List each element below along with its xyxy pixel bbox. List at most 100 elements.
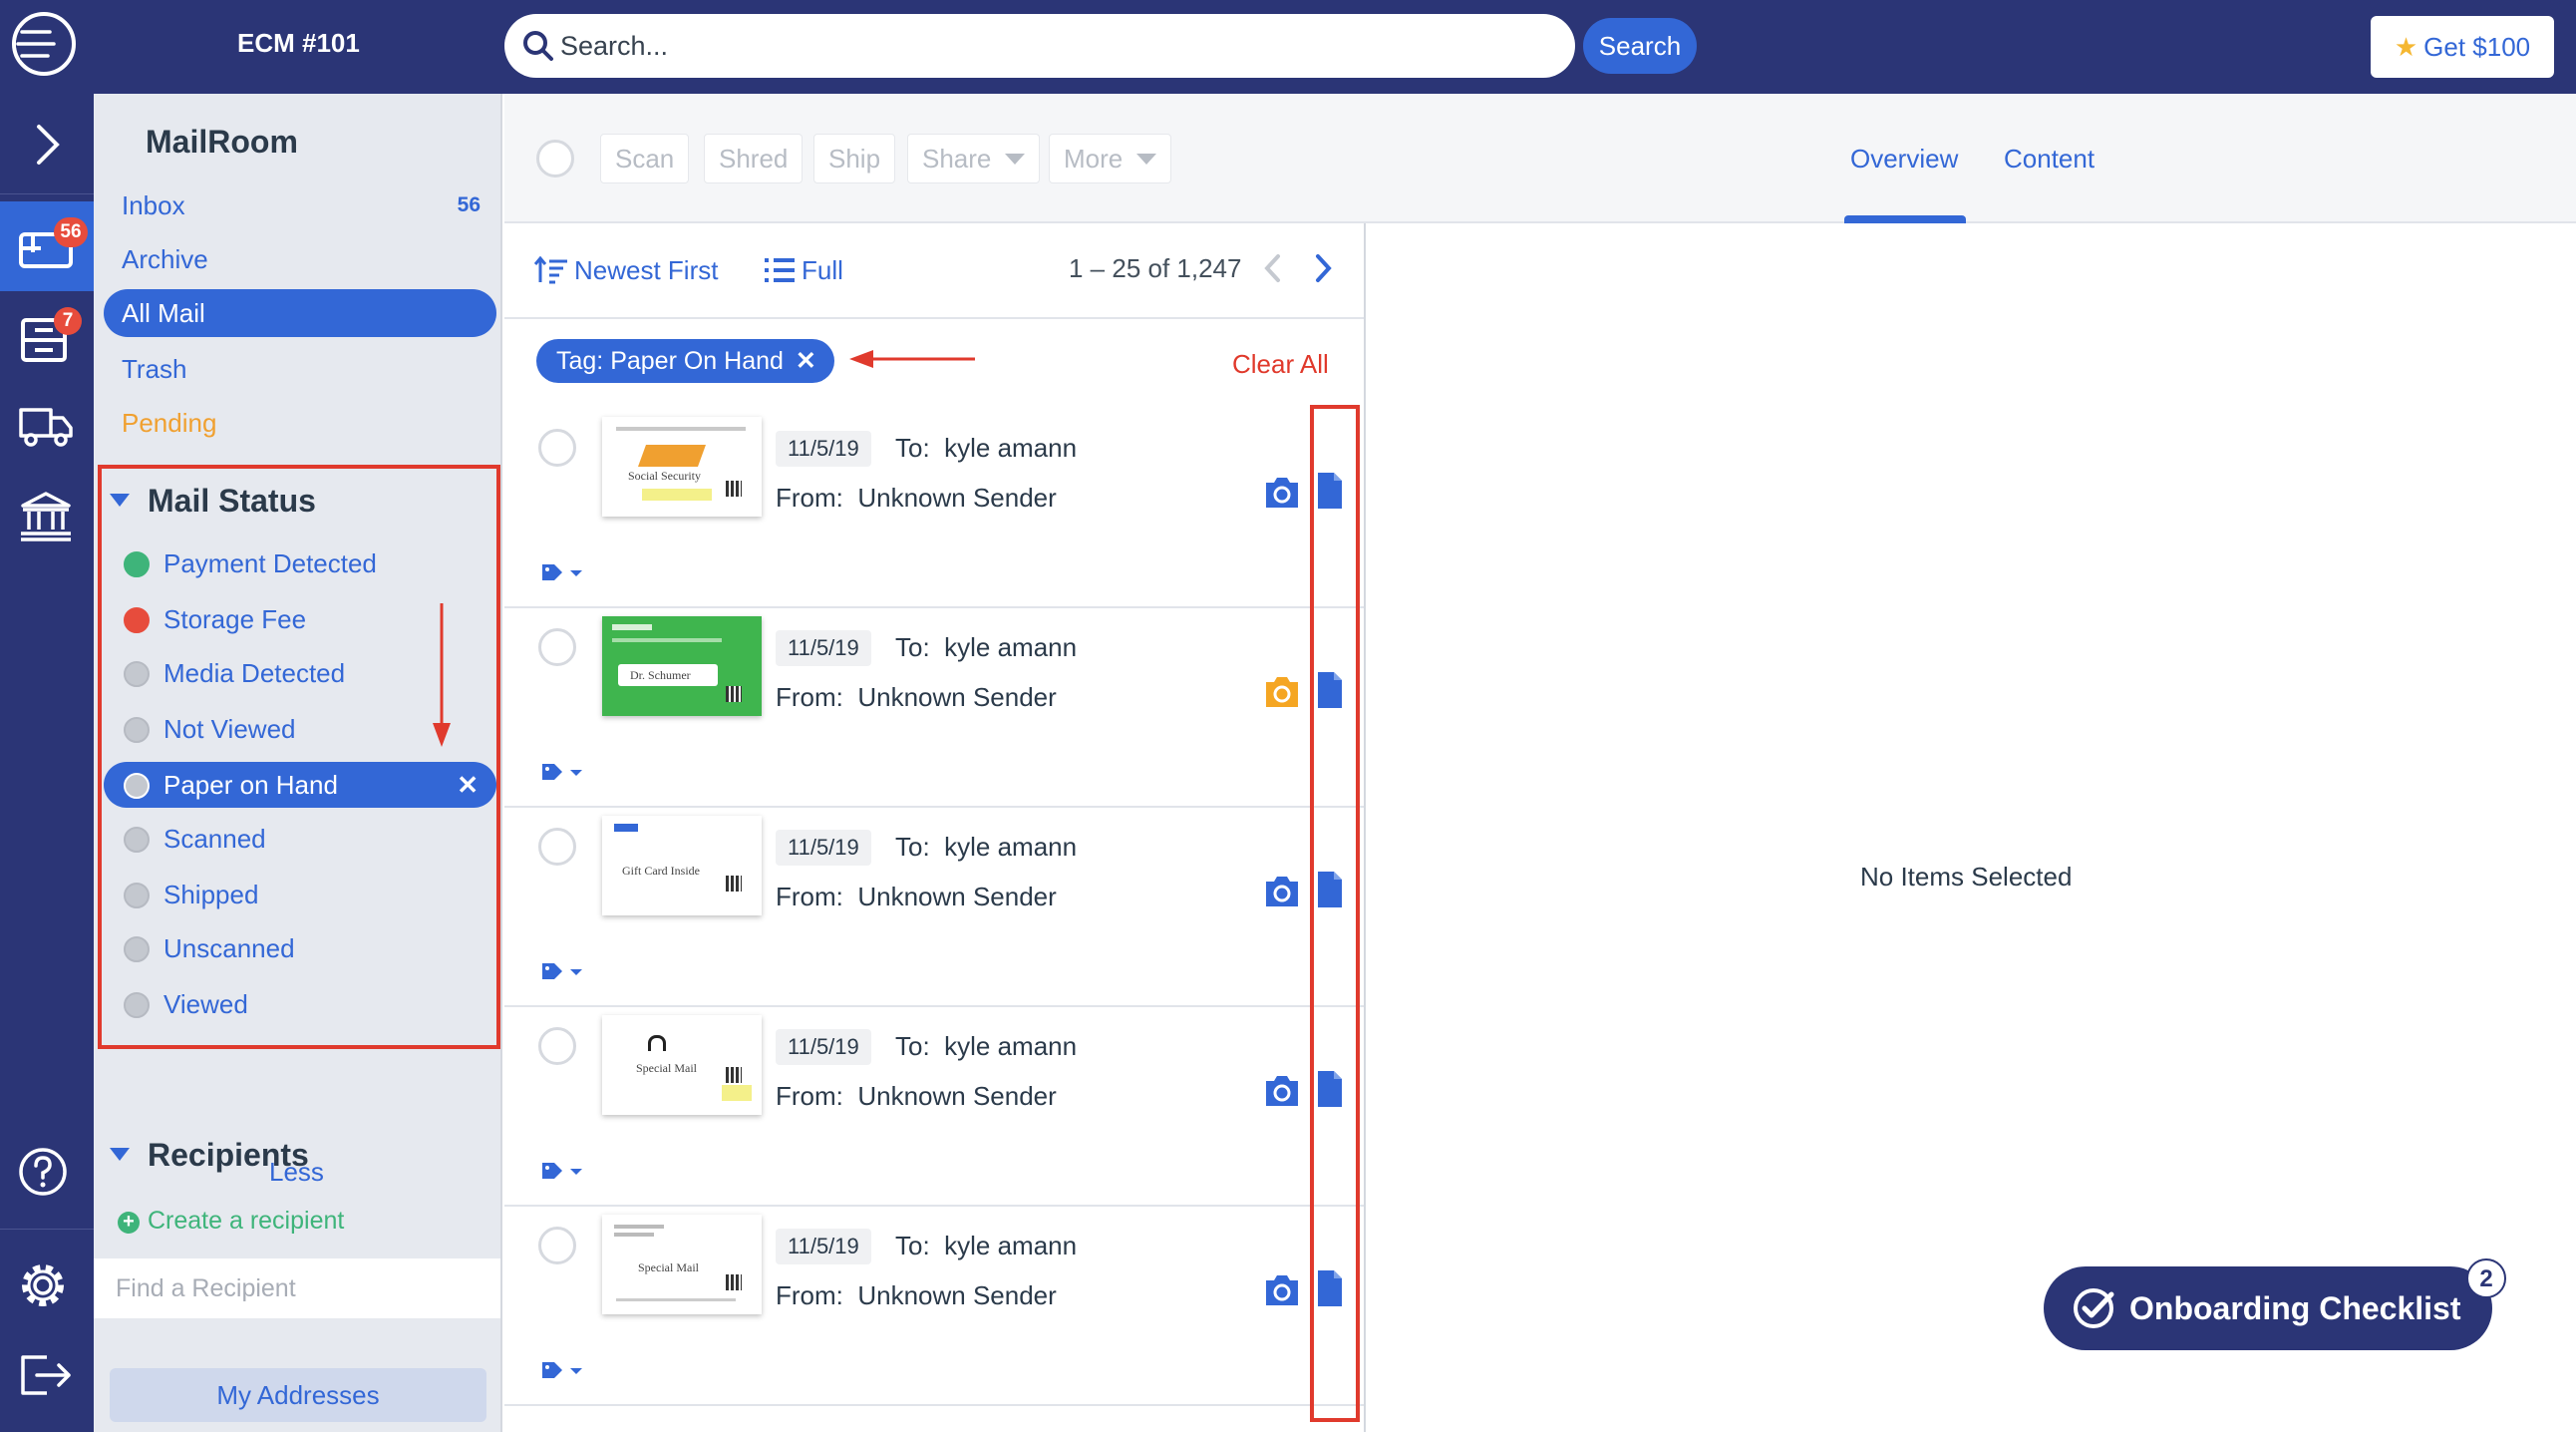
- rail-divider: [0, 1229, 94, 1230]
- folder-label: All Mail: [122, 298, 205, 328]
- chevron-left-icon[interactable]: [1258, 251, 1288, 285]
- mail-item[interactable]: Special Mail 11/5/19 To: kyle amann From…: [504, 1207, 1364, 1406]
- mail-date: 11/5/19: [776, 630, 871, 666]
- packages-count-badge: 7: [54, 307, 82, 335]
- mail-item[interactable]: Social Security 11/5/19 To: kyle amann F…: [504, 409, 1364, 608]
- tag-icon[interactable]: [540, 1358, 582, 1382]
- folder-pending[interactable]: Pending: [104, 399, 496, 447]
- row-checkbox[interactable]: [538, 1027, 576, 1065]
- thumb-text: Special Mail: [638, 1260, 699, 1274]
- sender-name: Unknown Sender: [857, 483, 1057, 513]
- ship-label: Ship: [828, 144, 881, 174]
- mail-item[interactable]: Dr. Schumer 11/5/19 To: kyle amann From:…: [504, 608, 1364, 808]
- to-label: To:: [895, 632, 930, 662]
- mail-thumbnail[interactable]: Social Security: [602, 417, 762, 517]
- shred-button[interactable]: Shred: [704, 134, 804, 183]
- row-checkbox[interactable]: [538, 628, 576, 666]
- shred-label: Shred: [719, 144, 789, 174]
- tab-overview[interactable]: Overview: [1850, 144, 1958, 175]
- rail-packages[interactable]: 7: [0, 291, 94, 381]
- onboarding-checklist-button[interactable]: Onboarding Checklist: [2044, 1266, 2492, 1350]
- rail-mail[interactable]: 56: [0, 201, 94, 291]
- empty-state-text: No Items Selected: [1860, 862, 2073, 892]
- mail-date: 11/5/19: [776, 1229, 871, 1264]
- share-label: Share: [922, 144, 992, 174]
- plus-circle-icon: +: [118, 1212, 140, 1234]
- view-mode-label: Full: [802, 255, 843, 285]
- sender-line: From: Unknown Sender: [776, 682, 1057, 713]
- mail-thumbnail[interactable]: Gift Card Inside: [602, 816, 762, 915]
- qr-code: [726, 481, 742, 497]
- tab-content[interactable]: Content: [2004, 144, 2094, 175]
- create-recipient-link[interactable]: + Create a recipient: [118, 1207, 344, 1236]
- thumb-text: Social Security: [628, 469, 701, 483]
- rail-bank[interactable]: [0, 471, 94, 560]
- mail-item[interactable]: Gift Card Inside 11/5/19 To: kyle amann …: [504, 808, 1364, 1007]
- tag-icon[interactable]: [540, 760, 582, 784]
- mail-item[interactable]: Special Mail 11/5/19 To: kyle amann From…: [504, 1007, 1364, 1207]
- annotation-highlight-box: [98, 465, 500, 1049]
- active-filter-chip[interactable]: Tag: Paper On Hand ✕: [536, 339, 834, 383]
- camera-icon[interactable]: [1262, 1073, 1302, 1109]
- camera-icon[interactable]: [1262, 874, 1302, 909]
- check-circle-icon: [2074, 1288, 2114, 1328]
- folder-trash[interactable]: Trash: [104, 345, 496, 393]
- mail-thumbnail[interactable]: Dr. Schumer: [602, 616, 762, 716]
- chevron-right-icon[interactable]: [1308, 251, 1338, 285]
- folder-archive[interactable]: Archive: [104, 235, 496, 283]
- camera-icon[interactable]: [1262, 1272, 1302, 1308]
- account-label: ECM #101: [237, 28, 360, 58]
- search-input[interactable]: [560, 26, 1557, 66]
- remove-chip-icon[interactable]: ✕: [796, 347, 816, 375]
- row-checkbox[interactable]: [538, 429, 576, 467]
- tag-icon[interactable]: [540, 1159, 582, 1183]
- bank-icon: [21, 492, 71, 541]
- sender-name: Unknown Sender: [857, 1280, 1057, 1310]
- more-button[interactable]: More: [1049, 134, 1172, 183]
- mail-list: Newest First Full 1 – 25 of 1,247 Tag: P…: [504, 223, 1366, 1432]
- chevron-right-icon: [37, 125, 60, 165]
- camera-icon[interactable]: [1262, 475, 1302, 511]
- tag-icon[interactable]: [540, 959, 582, 983]
- rail-expand[interactable]: [0, 100, 94, 189]
- star-icon: ★: [2394, 32, 2418, 62]
- tag-icon[interactable]: [540, 560, 582, 584]
- sort-control[interactable]: Newest First: [533, 255, 718, 286]
- to-label: To:: [895, 1231, 930, 1260]
- search-button[interactable]: Search: [1583, 18, 1697, 74]
- search-box[interactable]: [504, 14, 1575, 78]
- thumb-text: Special Mail: [636, 1061, 697, 1075]
- from-label: From:: [776, 1280, 843, 1310]
- rail-logout[interactable]: [0, 1330, 94, 1420]
- share-button[interactable]: Share: [907, 134, 1041, 183]
- camera-icon[interactable]: [1262, 674, 1302, 710]
- mail-thumbnail[interactable]: Special Mail: [602, 1015, 762, 1115]
- row-checkbox[interactable]: [538, 828, 576, 866]
- select-all-checkbox[interactable]: [536, 140, 574, 178]
- detail-pane: No Items Selected: [1368, 223, 2576, 1432]
- more-label: More: [1064, 144, 1124, 174]
- my-addresses-button[interactable]: My Addresses: [110, 1368, 486, 1422]
- logout-icon: [21, 1355, 71, 1395]
- inbox-count: 56: [457, 193, 481, 216]
- mail-thumbnail[interactable]: Special Mail: [602, 1215, 762, 1314]
- rail-settings[interactable]: [0, 1241, 94, 1330]
- clear-all-link[interactable]: Clear All: [1232, 349, 1329, 380]
- action-toolbar: Scan Shred Ship Share More Overview Cont…: [504, 94, 2576, 223]
- mail-date: 11/5/19: [776, 1029, 871, 1065]
- app-logo-icon[interactable]: [4, 6, 82, 84]
- find-recipient-input[interactable]: [94, 1258, 500, 1318]
- rail-help[interactable]: [0, 1127, 94, 1217]
- rail-shipping[interactable]: [0, 381, 94, 471]
- get-100-button[interactable]: ★ Get $100: [2371, 16, 2554, 78]
- folder-all-mail[interactable]: All Mail: [104, 289, 496, 337]
- folder-inbox[interactable]: Inbox 56: [104, 181, 496, 229]
- row-checkbox[interactable]: [538, 1227, 576, 1264]
- ship-button[interactable]: Ship: [813, 134, 896, 183]
- recipients-heading[interactable]: Recipients: [110, 1137, 309, 1174]
- view-mode-control[interactable]: Full: [764, 255, 843, 286]
- recipient-name: kyle amann: [944, 1031, 1078, 1061]
- scan-button[interactable]: Scan: [600, 134, 690, 183]
- folder-label: Archive: [122, 244, 208, 274]
- pagination-info: 1 – 25 of 1,247: [1069, 253, 1242, 283]
